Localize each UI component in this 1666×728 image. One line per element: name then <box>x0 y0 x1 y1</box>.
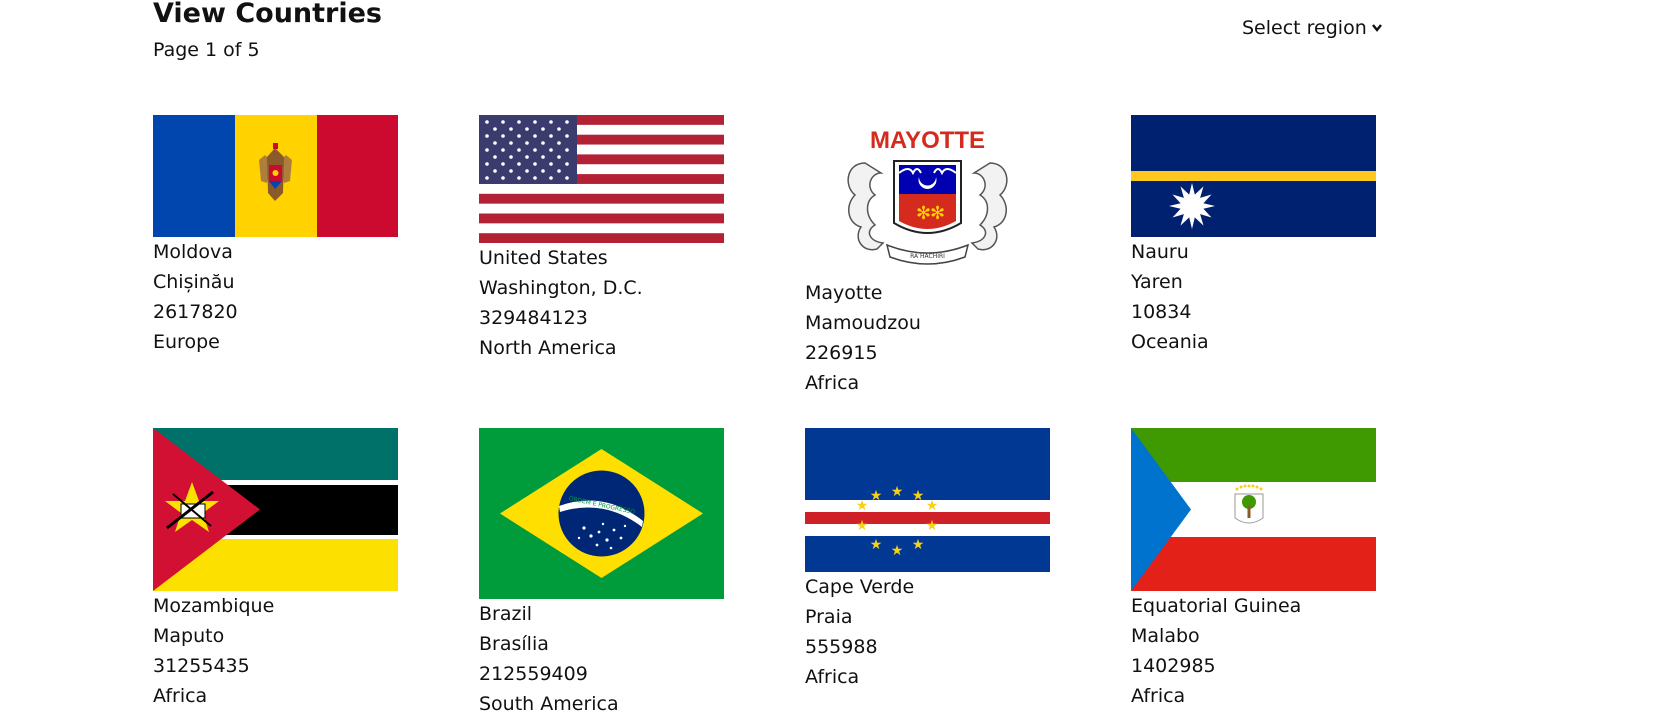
country-population: 329484123 <box>479 307 588 329</box>
country-card-nauru[interactable]: Nauru Yaren 10834 Oceania <box>1131 115 1381 357</box>
country-name: Moldova <box>153 241 233 263</box>
svg-text:★: ★ <box>926 518 939 534</box>
country-card-mozambique[interactable]: Mozambique Maputo 31255435 Africa <box>153 428 403 711</box>
country-region: Africa <box>153 685 208 707</box>
country-name: Nauru <box>1131 241 1189 263</box>
flag-united-states-icon <box>479 115 724 243</box>
country-card-united-states[interactable]: United States Washington, D.C. 329484123… <box>479 115 729 363</box>
chevron-down-icon <box>1371 24 1382 32</box>
country-region: Europe <box>153 331 220 353</box>
flag-mozambique-icon <box>153 428 398 591</box>
country-capital: Praia <box>805 606 853 628</box>
country-name: Mozambique <box>153 595 275 617</box>
country-name: Brazil <box>479 603 533 625</box>
country-capital: Washington, D.C. <box>479 277 643 299</box>
country-capital: Malabo <box>1131 625 1200 647</box>
country-population: 212559409 <box>479 663 588 685</box>
country-region: South America <box>479 693 619 715</box>
flag-brazil-icon: ORDEM E PROGRESSO <box>479 428 724 599</box>
country-population: 10834 <box>1131 301 1192 323</box>
flag-mayotte-text: MAYOTTE <box>870 127 985 154</box>
svg-text:★: ★ <box>870 488 883 504</box>
country-name: Mayotte <box>805 282 883 304</box>
country-card-cape-verde[interactable]: ★ ★ ★ ★ ★ ★ ★ ★ ★ ★ Cape Verde Praia 555… <box>805 428 1055 692</box>
svg-text:✻: ✻ <box>930 203 945 224</box>
country-capital: Brasília <box>479 633 549 655</box>
country-card-brazil[interactable]: ORDEM E PROGRESSO Brazil Brasília 212559… <box>479 428 729 719</box>
svg-text:★: ★ <box>856 518 869 534</box>
region-select-label: Select region <box>1242 17 1367 39</box>
country-region: Africa <box>1131 685 1186 707</box>
flag-mayotte-icon: MAYOTTE ✻ ✻ RA HACHIRI <box>805 115 1050 278</box>
country-region: Oceania <box>1131 331 1209 353</box>
flag-moldova-icon <box>153 115 398 237</box>
svg-text:★: ★ <box>891 484 904 500</box>
country-card-equatorial-guinea[interactable]: Equatorial Guinea Malabo 1402985 Africa <box>1131 428 1381 711</box>
svg-text:★: ★ <box>912 537 925 553</box>
svg-text:★: ★ <box>926 498 939 514</box>
country-capital: Yaren <box>1131 271 1183 293</box>
country-population: 31255435 <box>153 655 250 677</box>
country-population: 1402985 <box>1131 655 1216 677</box>
country-population: 2617820 <box>153 301 238 323</box>
flag-mayotte-motto: RA HACHIRI <box>910 253 945 260</box>
country-card-mayotte[interactable]: MAYOTTE ✻ ✻ RA HACHIRI Mayotte Mamoudzou… <box>805 115 1055 398</box>
svg-text:✻: ✻ <box>916 203 931 224</box>
svg-text:★: ★ <box>856 498 869 514</box>
flag-cape-verde-icon: ★ ★ ★ ★ ★ ★ ★ ★ ★ ★ <box>805 428 1050 572</box>
country-capital: Chișinău <box>153 271 235 293</box>
flag-nauru-icon <box>1131 115 1376 237</box>
country-name: Cape Verde <box>805 576 915 598</box>
country-name: Equatorial Guinea <box>1131 595 1302 617</box>
region-select[interactable]: Select region <box>1242 16 1383 40</box>
svg-text:★: ★ <box>912 488 925 504</box>
country-capital: Mamoudzou <box>805 312 921 334</box>
flag-equatorial-guinea-icon <box>1131 428 1376 591</box>
country-population: 555988 <box>805 636 878 658</box>
country-region: North America <box>479 337 617 359</box>
pagination-label: Page 1 of 5 <box>153 39 260 61</box>
svg-text:★: ★ <box>891 543 904 559</box>
page-title: View Countries <box>153 0 382 29</box>
country-capital: Maputo <box>153 625 225 647</box>
country-population: 226915 <box>805 342 878 364</box>
svg-text:★: ★ <box>870 537 883 553</box>
country-region: Africa <box>805 666 860 688</box>
country-region: Africa <box>805 372 860 394</box>
country-name: United States <box>479 247 608 269</box>
country-card-moldova[interactable]: Moldova Chișinău 2617820 Europe <box>153 115 403 357</box>
